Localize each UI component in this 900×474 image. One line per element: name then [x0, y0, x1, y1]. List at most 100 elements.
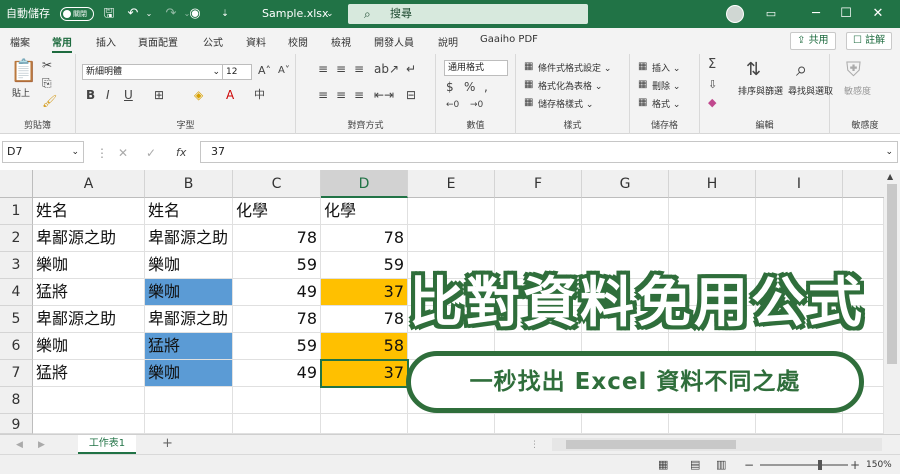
- format-painter-icon[interactable]: 🖌: [42, 94, 57, 108]
- empty-cell[interactable]: [756, 225, 843, 252]
- cell-c5[interactable]: 78: [233, 306, 321, 333]
- prev-sheet-icon[interactable]: ◀: [16, 438, 23, 452]
- italic-icon[interactable]: I: [106, 88, 110, 102]
- cell-c1[interactable]: 化學: [233, 198, 321, 225]
- empty-cell[interactable]: [145, 414, 233, 434]
- camera-icon[interactable]: ◉: [186, 5, 204, 23]
- find-select-label[interactable]: 尋找與選取: [788, 84, 833, 97]
- column-header-a[interactable]: A: [33, 170, 145, 198]
- increase-font-icon[interactable]: A˄: [258, 64, 271, 78]
- cell-b4[interactable]: 樂咖: [145, 279, 233, 306]
- empty-cell[interactable]: [408, 198, 495, 225]
- decrease-font-icon[interactable]: A˅: [278, 64, 290, 78]
- clear-icon[interactable]: ◆: [708, 96, 716, 110]
- phonetic-icon[interactable]: 中: [254, 88, 265, 102]
- comma-style-icon[interactable]: ,: [484, 80, 488, 94]
- row-header-7[interactable]: 7: [0, 360, 33, 387]
- row-header-2[interactable]: 2: [0, 225, 33, 252]
- insert-function-icon[interactable]: fx: [176, 146, 186, 160]
- merge-icon[interactable]: ⊟: [406, 88, 416, 102]
- vertical-scroll-thumb[interactable]: [887, 184, 897, 364]
- empty-cell[interactable]: [33, 387, 145, 414]
- tab-file[interactable]: 檔案: [10, 34, 30, 49]
- empty-cell[interactable]: [495, 198, 582, 225]
- tab-view[interactable]: 檢視: [331, 34, 351, 49]
- avatar[interactable]: [726, 5, 744, 23]
- cell-b1[interactable]: 姓名: [145, 198, 233, 225]
- cell-c4[interactable]: 49: [233, 279, 321, 306]
- horizontal-scroll-thumb[interactable]: [566, 440, 736, 449]
- tab-help[interactable]: 說明: [438, 34, 458, 49]
- name-box[interactable]: D7 ⌄: [2, 141, 84, 163]
- cell-c3[interactable]: 59: [233, 252, 321, 279]
- paste-icon[interactable]: 📋: [10, 60, 37, 84]
- tab-gaaiho-pdf[interactable]: Gaaiho PDF: [480, 34, 538, 45]
- cell-d1[interactable]: 化學: [321, 198, 408, 225]
- empty-cell[interactable]: [33, 414, 145, 434]
- empty-cell[interactable]: [408, 225, 495, 252]
- align-left-icon[interactable]: ≡: [318, 88, 328, 102]
- cell-d2[interactable]: 78: [321, 225, 408, 252]
- zoom-level[interactable]: 150%: [866, 460, 892, 470]
- row-header-3[interactable]: 3: [0, 252, 33, 279]
- sensitivity-label[interactable]: 敏感度: [844, 84, 871, 97]
- empty-cell[interactable]: [233, 387, 321, 414]
- empty-cell[interactable]: [669, 414, 756, 434]
- tab-page-layout[interactable]: 頁面配置: [138, 34, 178, 49]
- comments-button[interactable]: ☐ 註解: [846, 32, 893, 50]
- zoom-slider-knob[interactable]: [818, 460, 822, 470]
- formula-input[interactable]: 37 ⌄: [200, 141, 898, 163]
- sensitivity-icon[interactable]: ⛨: [846, 58, 861, 80]
- cell-b2[interactable]: 卑鄙源之助: [145, 225, 233, 252]
- file-name-dropdown-icon[interactable]: ⌄: [326, 0, 334, 28]
- align-bottom-icon[interactable]: ≡: [354, 62, 364, 76]
- orientation-icon[interactable]: ab↗: [374, 62, 399, 76]
- empty-cell[interactable]: [495, 414, 582, 434]
- share-button[interactable]: ⇪ 共用: [790, 32, 836, 50]
- empty-cell[interactable]: [233, 414, 321, 434]
- font-size-select[interactable]: 12: [222, 64, 252, 80]
- row-header-6[interactable]: 6: [0, 333, 33, 360]
- insert-cells-button[interactable]: 插入 ⌄: [652, 61, 680, 74]
- cell-a6[interactable]: 樂咖: [33, 333, 145, 360]
- column-header-h[interactable]: H: [669, 170, 756, 198]
- enter-icon[interactable]: ✓: [146, 146, 156, 160]
- empty-cell[interactable]: [145, 387, 233, 414]
- tab-developer[interactable]: 開發人員: [374, 34, 414, 49]
- fill-color-icon[interactable]: ◈: [194, 88, 203, 102]
- cell-a2[interactable]: 卑鄙源之助: [33, 225, 145, 252]
- tab-review[interactable]: 校閱: [288, 34, 308, 49]
- vertical-scrollbar[interactable]: ▲: [884, 170, 900, 434]
- underline-icon[interactable]: U: [124, 88, 133, 102]
- cell-b3[interactable]: 樂咖: [145, 252, 233, 279]
- row-header-1[interactable]: 1: [0, 198, 33, 225]
- empty-cell[interactable]: [582, 225, 669, 252]
- cell-c2[interactable]: 78: [233, 225, 321, 252]
- ribbon-display-icon[interactable]: ▭: [762, 5, 780, 23]
- fill-icon[interactable]: ⇩: [708, 78, 717, 92]
- cell-styles-button[interactable]: 儲存格樣式 ⌄: [538, 97, 593, 110]
- empty-cell[interactable]: [582, 414, 669, 434]
- horizontal-scrollbar[interactable]: [552, 438, 882, 451]
- percent-icon[interactable]: %: [464, 80, 475, 94]
- column-header-e[interactable]: E: [408, 170, 495, 198]
- wrap-text-icon[interactable]: ↵: [406, 62, 416, 76]
- increase-decimal-icon[interactable]: ←0: [446, 98, 459, 112]
- border-icon[interactable]: ⊞: [154, 88, 164, 102]
- empty-cell[interactable]: [843, 414, 884, 434]
- select-all-button[interactable]: [0, 170, 33, 198]
- tab-data[interactable]: 資料: [246, 34, 266, 49]
- delete-cells-button[interactable]: 刪除 ⌄: [652, 79, 680, 92]
- maximize-button[interactable]: ☐: [834, 0, 858, 28]
- save-icon[interactable]: 🖫: [100, 5, 118, 23]
- cell-a4[interactable]: 猛將: [33, 279, 145, 306]
- font-name-select[interactable]: 新細明體 ⌄: [82, 64, 224, 80]
- close-button[interactable]: ✕: [866, 0, 890, 28]
- align-right-icon[interactable]: ≡: [354, 88, 364, 102]
- format-cells-button[interactable]: 格式 ⌄: [652, 97, 680, 110]
- cell-a1[interactable]: 姓名: [33, 198, 145, 225]
- cell-a7[interactable]: 猛將: [33, 360, 145, 387]
- empty-cell[interactable]: [669, 198, 756, 225]
- format-as-table-button[interactable]: 格式化為表格 ⌄: [538, 79, 602, 92]
- empty-cell[interactable]: [756, 198, 843, 225]
